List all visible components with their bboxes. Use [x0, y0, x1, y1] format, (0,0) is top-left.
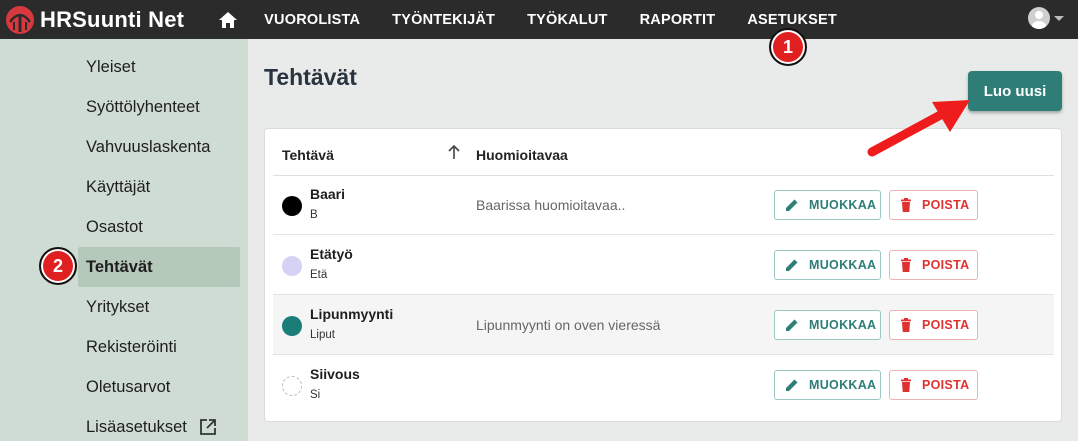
sidebar-item-label: Yleiset — [86, 57, 136, 76]
sidebar-item-kayttajat[interactable]: Käyttäjät — [78, 167, 240, 207]
sidebar-item-label: Yritykset — [86, 297, 150, 316]
task-color-dot — [282, 256, 302, 276]
task-abbreviation: B — [310, 209, 318, 221]
main-nav: VUOROLISTA TYÖNTEKIJÄT TYÖKALUT RAPORTIT… — [264, 12, 869, 28]
chevron-down-icon — [1054, 15, 1064, 21]
logo-icon — [6, 5, 34, 34]
column-header-notes[interactable]: Huomioitavaa — [476, 147, 568, 163]
external-link-icon — [199, 418, 217, 436]
edit-button[interactable]: MUOKKAA — [774, 190, 881, 220]
pencil-icon — [786, 319, 798, 331]
create-new-button[interactable]: Luo uusi — [968, 71, 1062, 111]
app-name: HRSuunti Net — [40, 6, 185, 32]
edit-button[interactable]: MUOKKAA — [774, 370, 881, 400]
sidebar-item-tehtavat[interactable]: Tehtävät — [78, 247, 240, 287]
delete-button-label: POISTA — [922, 198, 970, 212]
sidebar-item-yleiset[interactable]: Yleiset — [78, 47, 240, 87]
task-color-dot — [282, 316, 302, 336]
sidebar-item-oletusarvot[interactable]: Oletusarvot — [78, 367, 240, 407]
annotation-arrow — [867, 100, 970, 157]
tasks-table-card: Tehtävä Huomioitavaa Baari B Baarissa hu… — [264, 128, 1062, 422]
page-title: Tehtävät — [264, 64, 357, 90]
delete-button[interactable]: POISTA — [889, 310, 978, 340]
avatar — [1028, 7, 1050, 29]
edit-button[interactable]: MUOKKAA — [774, 250, 881, 280]
table-row: Baari B Baarissa huomioitavaa.. MUOKKAA … — [273, 175, 1054, 235]
edit-button-label: MUOKKAA — [809, 198, 877, 212]
task-abbreviation: Liput — [310, 329, 335, 341]
delete-button[interactable]: POISTA — [889, 370, 978, 400]
edit-button-label: MUOKKAA — [809, 378, 877, 392]
task-abbreviation: Si — [310, 389, 321, 401]
delete-button[interactable]: POISTA — [889, 190, 978, 220]
column-header-task[interactable]: Tehtävä — [282, 147, 334, 163]
sidebar-item-yritykset[interactable]: Yritykset — [78, 287, 240, 327]
task-color-dot — [282, 376, 302, 396]
task-name: Lipunmyynti — [310, 306, 394, 322]
settings-sidebar: Yleiset Syöttölyhenteet Vahvuuslaskenta … — [0, 39, 248, 441]
sidebar-item-rekisterointi[interactable]: Rekisteröinti — [78, 327, 240, 367]
task-name: Baari — [310, 186, 346, 202]
pencil-icon — [786, 259, 798, 271]
sidebar-item-label: Tehtävät — [86, 257, 153, 276]
task-name: Etätyö — [310, 246, 353, 262]
table-row: Etätyö Etä MUOKKAA POISTA — [273, 235, 1054, 295]
nav-tyontekijat[interactable]: TYÖNTEKIJÄT — [392, 12, 495, 28]
top-navigation-bar: HRSuunti Net VUOROLISTA TYÖNTEKIJÄT TYÖK… — [0, 0, 1078, 39]
sidebar-item-lisaasetukset[interactable]: Lisäasetukset — [78, 407, 240, 441]
task-name: Siivous — [310, 366, 360, 382]
edit-button[interactable]: MUOKKAA — [774, 310, 881, 340]
annotation-marker-2: 2 — [39, 247, 77, 285]
nav-asetukset[interactable]: ASETUKSET — [747, 12, 837, 28]
annotation-marker-1: 1 — [769, 28, 807, 66]
sidebar-item-label: Lisäasetukset — [86, 417, 187, 436]
edit-button-label: MUOKKAA — [809, 258, 877, 272]
table-row: Siivous Si MUOKKAA POISTA — [273, 355, 1054, 415]
nav-vuorolista[interactable]: VUOROLISTA — [264, 12, 360, 28]
edit-button-label: MUOKKAA — [809, 318, 877, 332]
sidebar-item-label: Vahvuuslaskenta — [86, 137, 211, 156]
delete-button[interactable]: POISTA — [889, 250, 978, 280]
trash-icon — [901, 258, 911, 272]
sidebar-item-osastot[interactable]: Osastot — [78, 207, 240, 247]
sidebar-item-label: Syöttölyhenteet — [86, 97, 200, 116]
table-row: Lipunmyynti Liput Lipunmyynti on oven vi… — [273, 295, 1054, 355]
nav-raportit[interactable]: RAPORTIT — [640, 12, 716, 28]
sidebar-item-syottolyhenteet[interactable]: Syöttölyhenteet — [78, 87, 240, 127]
trash-icon — [901, 198, 911, 212]
task-note: Baarissa huomioitavaa.. — [476, 197, 626, 213]
task-color-dot — [282, 196, 302, 216]
task-abbreviation: Etä — [310, 269, 328, 281]
trash-icon — [901, 378, 911, 392]
sidebar-item-vahvuuslaskenta[interactable]: Vahvuuslaskenta — [78, 127, 240, 167]
sidebar-item-label: Rekisteröinti — [86, 337, 177, 356]
home-icon[interactable] — [218, 10, 238, 30]
sort-ascending-icon[interactable] — [447, 144, 461, 165]
user-menu[interactable] — [1028, 7, 1064, 29]
task-note: Lipunmyynti on oven vieressä — [476, 317, 661, 333]
nav-tyokalut[interactable]: TYÖKALUT — [527, 12, 608, 28]
delete-button-label: POISTA — [922, 318, 970, 332]
delete-button-label: POISTA — [922, 258, 970, 272]
pencil-icon — [786, 199, 798, 211]
sidebar-item-label: Käyttäjät — [86, 177, 151, 196]
delete-button-label: POISTA — [922, 378, 970, 392]
pencil-icon — [786, 379, 798, 391]
sidebar-item-label: Oletusarvot — [86, 377, 171, 396]
trash-icon — [901, 318, 911, 332]
sidebar-item-label: Osastot — [86, 217, 143, 236]
app-logo[interactable]: HRSuunti Net — [6, 0, 184, 39]
